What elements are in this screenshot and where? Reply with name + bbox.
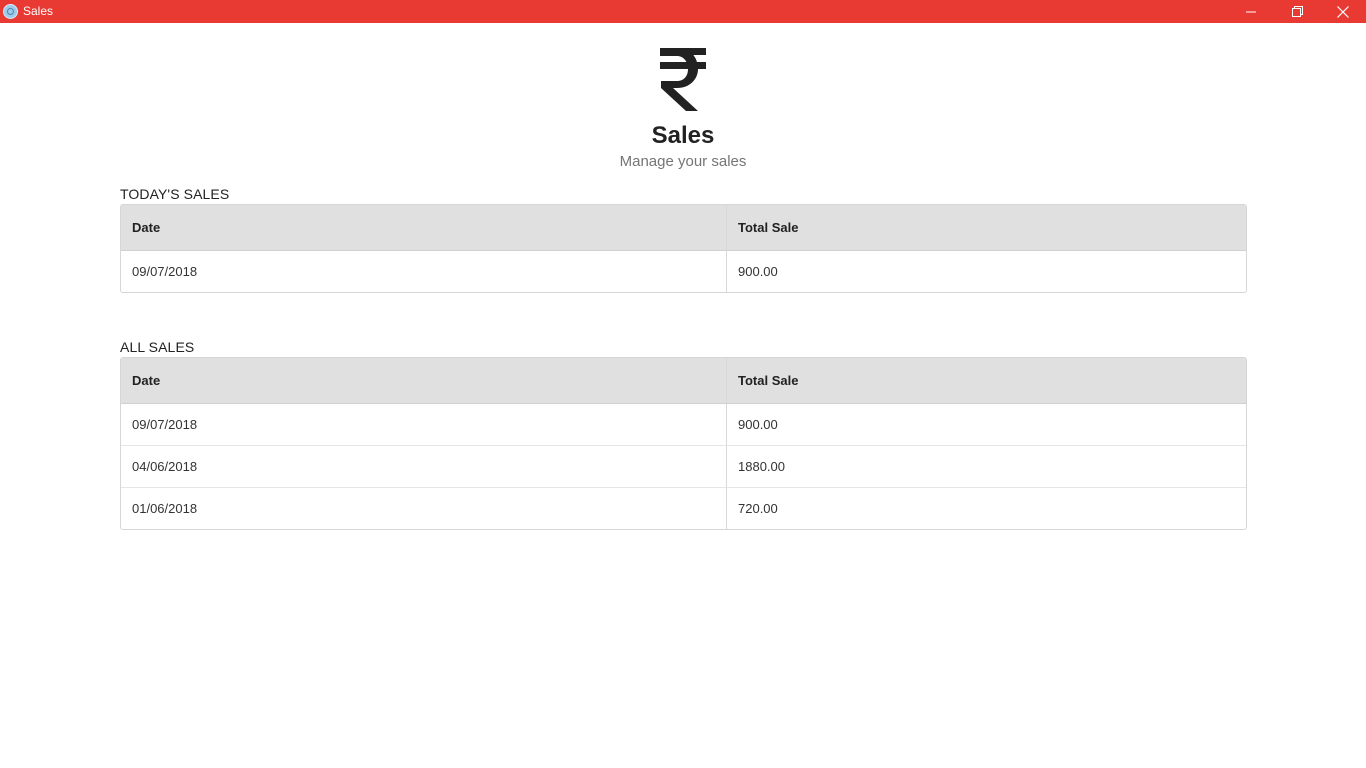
table-row: 04/06/2018 1880.00 <box>121 445 1246 487</box>
cell-total-sale: 900.00 <box>738 264 778 279</box>
table-header-row: Date Total Sale <box>121 358 1246 404</box>
restore-icon <box>1291 6 1303 17</box>
cell-date: 09/07/2018 <box>121 404 727 445</box>
all-sales-heading: ALL SALES <box>120 339 195 355</box>
app-icon <box>3 4 18 19</box>
column-header-total-sale: Total Sale <box>727 205 1246 251</box>
close-button[interactable] <box>1320 0 1366 23</box>
table-row: 09/07/2018 900.00 <box>121 251 1246 292</box>
window-controls <box>1228 0 1366 23</box>
page-title: Sales <box>651 122 715 149</box>
cell-total-sale: 1880.00 <box>727 445 1246 487</box>
column-header-total-sale: Total Sale <box>727 358 1246 404</box>
table-row: 09/07/2018 900.00 <box>121 404 1246 445</box>
column-header-date: Date <box>121 358 727 404</box>
todays-sales-heading: TODAY'S SALES <box>120 186 230 202</box>
minimize-icon <box>1246 11 1256 12</box>
window-title: Sales <box>23 4 54 18</box>
restore-button[interactable] <box>1274 0 1320 23</box>
page-subtitle: Manage your sales <box>619 153 747 170</box>
todays-sales-table: Date Total Sale 09/07/2018 900.00 <box>120 204 1247 293</box>
cell-date: 01/06/2018 <box>121 487 727 529</box>
rupee-icon <box>660 48 706 111</box>
cell-total-sale: 900.00 <box>738 417 778 432</box>
close-icon <box>1337 5 1349 18</box>
cell-date: 09/07/2018 <box>121 251 727 292</box>
cell-total-sale: 720.00 <box>727 487 1246 529</box>
column-header-date: Date <box>121 205 727 251</box>
table-row: 01/06/2018 720.00 <box>121 487 1246 529</box>
all-sales-table: Date Total Sale 09/07/2018 900.00 04/06/… <box>120 357 1247 530</box>
table-header-row: Date Total Sale <box>121 205 1246 251</box>
cell-date: 04/06/2018 <box>121 445 727 487</box>
minimize-button[interactable] <box>1228 0 1274 23</box>
title-bar: Sales <box>0 0 1366 23</box>
